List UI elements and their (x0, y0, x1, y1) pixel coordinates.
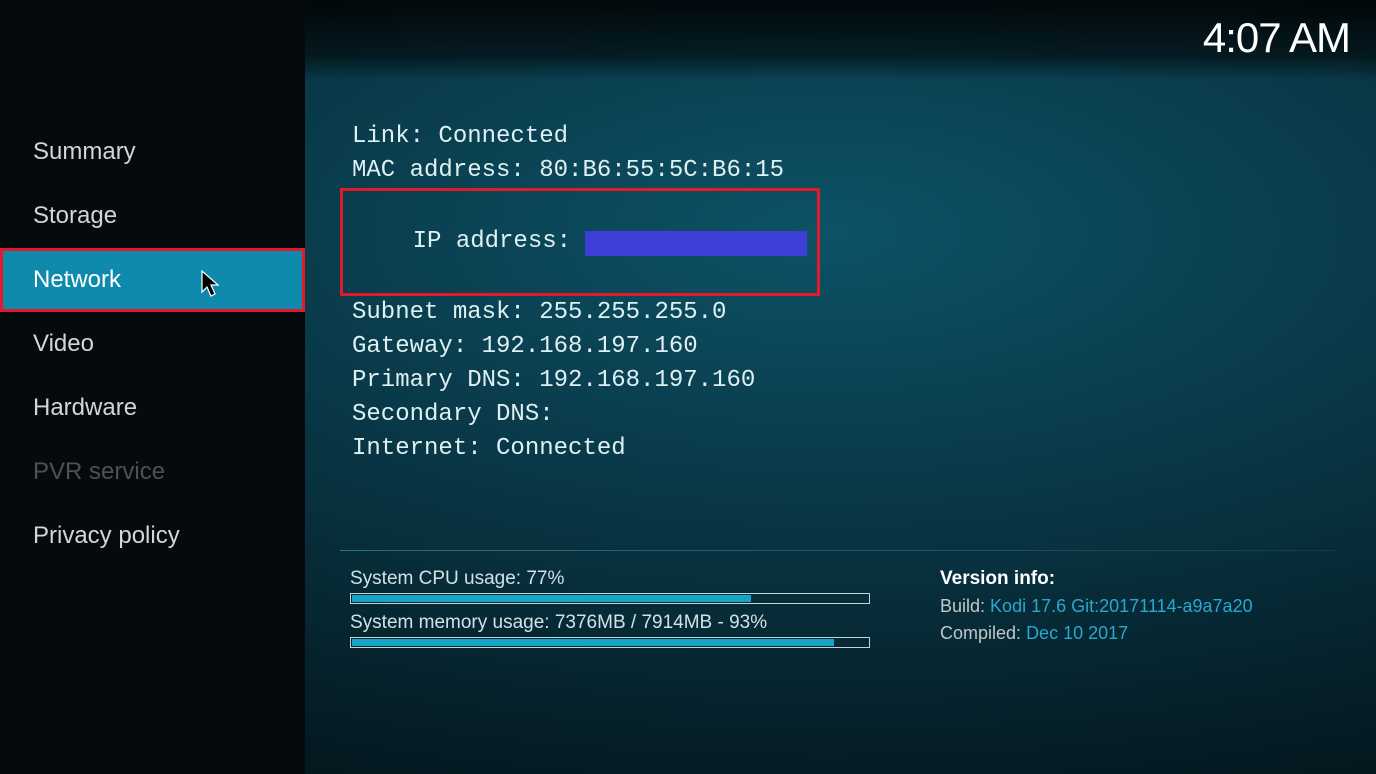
divider (340, 550, 1336, 551)
network-internet: Internet: Connected (340, 432, 1336, 466)
network-mac: MAC address: 80:B6:55:5C:B6:15 (340, 154, 1336, 188)
version-title: Version info: (940, 568, 1055, 589)
network-primary-dns: Primary DNS: 192.168.197.160 (340, 364, 1336, 398)
clock: 4:07 AM (1203, 14, 1350, 62)
network-info-panel: Link: Connected MAC address: 80:B6:55:5C… (340, 120, 1336, 466)
sidebar-item-privacy-policy[interactable]: Privacy policy (0, 504, 305, 568)
network-link: Link: Connected (340, 120, 1336, 154)
sidebar-item-pvr-service: PVR service (0, 440, 305, 504)
network-ip-row: IP address: (340, 188, 820, 296)
compiled-label: Compiled: (940, 623, 1021, 643)
network-ip-redacted (585, 231, 807, 256)
compiled-value: Dec 10 2017 (1026, 623, 1128, 643)
build-label: Build: (940, 596, 985, 616)
sidebar-item-storage[interactable]: Storage (0, 184, 305, 248)
status-bar: System CPU usage: 77% System memory usag… (350, 568, 1336, 656)
network-secondary-dns: Secondary DNS: (340, 398, 1336, 432)
memory-usage-bar (350, 637, 870, 648)
sidebar-item-video[interactable]: Video (0, 312, 305, 376)
usage-section: System CPU usage: 77% System memory usag… (350, 568, 880, 656)
network-gateway: Gateway: 192.168.197.160 (340, 330, 1336, 364)
sidebar-item-summary[interactable]: Summary (0, 120, 305, 184)
build-value: Kodi 17.6 Git:20171114-a9a7a20 (990, 596, 1253, 616)
sidebar: Summary Storage Network Video Hardware P… (0, 0, 305, 774)
cpu-usage-label: System CPU usage: 77% (350, 568, 880, 590)
sidebar-item-network[interactable]: Network (0, 248, 305, 312)
memory-usage-label: System memory usage: 7376MB / 7914MB - 9… (350, 612, 880, 634)
network-ip-label: IP address: (413, 228, 586, 255)
network-subnet: Subnet mask: 255.255.255.0 (340, 296, 1336, 330)
sidebar-item-hardware[interactable]: Hardware (0, 376, 305, 440)
version-section: Version info: Build: Kodi 17.6 Git:20171… (940, 568, 1336, 656)
cpu-usage-bar (350, 593, 870, 604)
